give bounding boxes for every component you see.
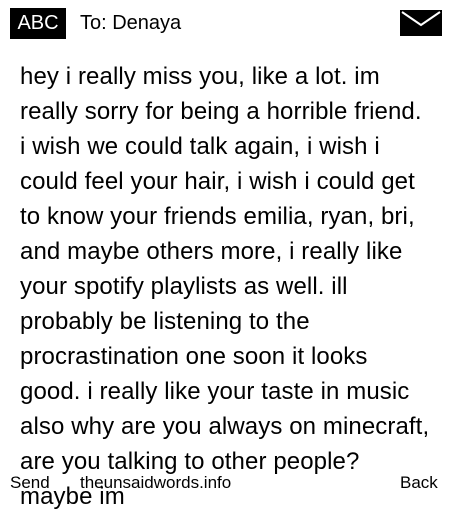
softkey-bar: Send theunsaidwords.info Back bbox=[0, 472, 450, 500]
recipient-field[interactable]: To: Denaya bbox=[80, 8, 181, 39]
message-body[interactable]: hey i really miss you, like a lot. im re… bbox=[20, 59, 432, 514]
input-mode-indicator[interactable]: ABC bbox=[10, 8, 66, 39]
message-header: ABC To: Denaya bbox=[0, 0, 450, 46]
back-button[interactable]: Back bbox=[400, 472, 438, 494]
envelope-icon bbox=[400, 10, 442, 36]
send-button[interactable]: Send bbox=[10, 472, 50, 494]
site-link: theunsaidwords.info bbox=[80, 473, 232, 492]
